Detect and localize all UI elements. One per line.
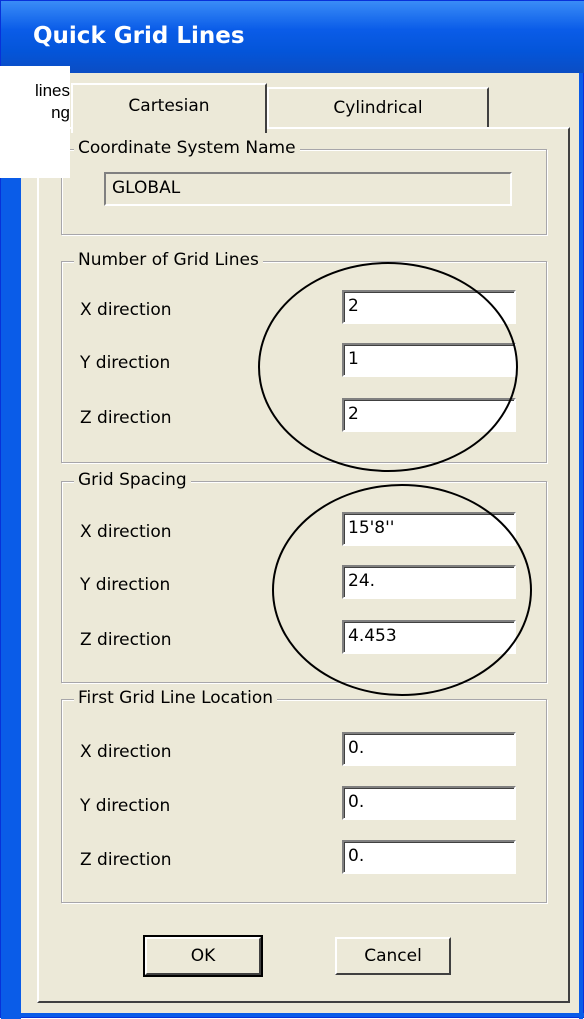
window-border-left: [1, 73, 21, 1019]
annotation-line-1: lines: [35, 81, 70, 100]
location-y-input[interactable]: 0.: [342, 786, 516, 820]
spacing-x-label: X direction: [80, 522, 172, 542]
location-x-label: X direction: [80, 742, 172, 762]
spacing-x-input[interactable]: 15'8'': [342, 512, 516, 546]
spacing-y-label: Y direction: [80, 575, 171, 595]
spacing-z-label: Z direction: [80, 630, 172, 650]
location-z-label: Z direction: [80, 850, 172, 870]
first-grid-line-location-label: First Grid Line Location: [74, 688, 277, 708]
tab-cylindrical[interactable]: Cylindrical: [267, 87, 489, 127]
annotation-label: lines ng: [0, 66, 70, 178]
tab-cartesian[interactable]: Cartesian: [71, 83, 267, 133]
tab-panel-cartesian: Coordinate System Name GLOBAL Number of …: [37, 127, 570, 1003]
window-title: Quick Grid Lines: [33, 23, 245, 49]
spacing-y-input[interactable]: 24.: [342, 565, 516, 599]
window-border-bottom: [1, 1013, 584, 1017]
grid-lines-z-input[interactable]: 2: [342, 398, 516, 432]
location-y-label: Y direction: [80, 796, 171, 816]
spacing-z-input[interactable]: 4.453: [342, 620, 516, 654]
number-of-grid-lines-label: Number of Grid Lines: [74, 250, 263, 270]
location-x-input[interactable]: 0.: [342, 732, 516, 766]
grid-lines-x-label: X direction: [80, 300, 172, 320]
location-z-input[interactable]: 0.: [342, 840, 516, 874]
grid-lines-y-input[interactable]: 1: [342, 343, 516, 377]
window-border-right: [579, 73, 583, 1019]
grid-lines-z-label: Z direction: [80, 408, 172, 428]
quick-grid-lines-dialog: Quick Grid Lines Cartesian Cylindrical C…: [0, 0, 584, 1019]
grid-spacing-group: Grid Spacing X direction 15'8'' Y direct…: [61, 470, 547, 683]
title-bar[interactable]: Quick Grid Lines: [1, 1, 584, 73]
grid-lines-x-input[interactable]: 2: [342, 290, 516, 324]
first-grid-line-location-group: First Grid Line Location X direction 0. …: [61, 688, 547, 903]
ok-button[interactable]: OK: [143, 935, 263, 977]
coordinate-system-group: Coordinate System Name GLOBAL: [61, 138, 547, 235]
number-of-grid-lines-group: Number of Grid Lines X direction 2 Y dir…: [61, 250, 547, 463]
coordinate-system-label: Coordinate System Name: [74, 138, 300, 158]
coordinate-system-name-field: GLOBAL: [104, 172, 512, 206]
grid-spacing-label: Grid Spacing: [74, 470, 191, 490]
annotation-line-2: ng: [51, 103, 70, 122]
grid-lines-y-label: Y direction: [80, 353, 171, 373]
cancel-button[interactable]: Cancel: [335, 937, 451, 975]
